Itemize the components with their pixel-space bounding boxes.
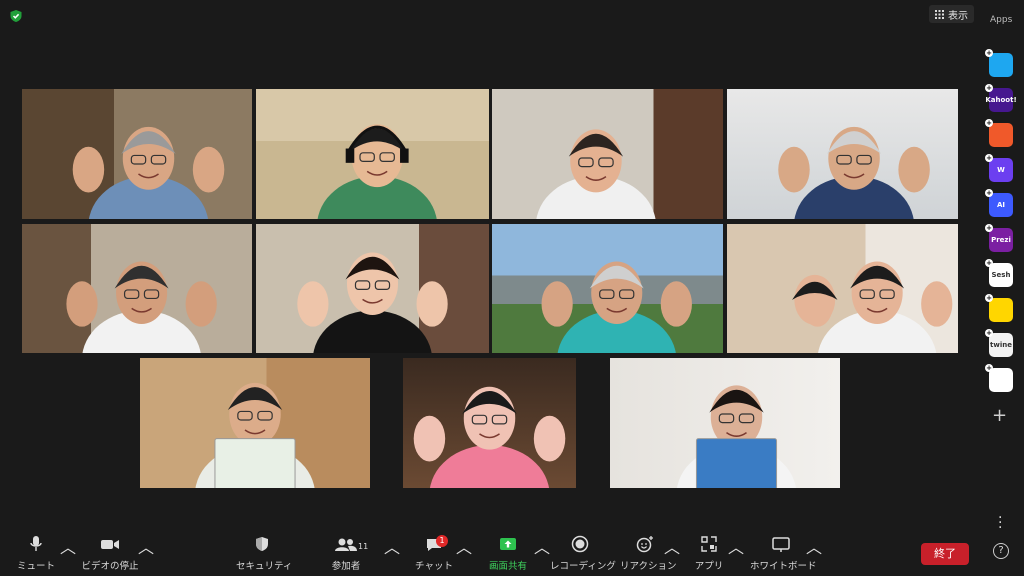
twine-icon[interactable]: + twine — [985, 329, 1013, 357]
participants-chevron-icon[interactable]: ︿ — [384, 534, 400, 558]
sesh-icon[interactable]: + Sesh — [985, 259, 1013, 287]
share-chevron-icon[interactable]: ︿ — [534, 534, 550, 558]
security-shield-icon — [256, 537, 268, 551]
whiteboard-button[interactable]: ホワイトボード — [750, 534, 817, 572]
add-plus-icon: + — [985, 154, 993, 162]
share-screen-label: 画面共有 — [488, 561, 527, 572]
participant-video-frame — [541, 261, 692, 353]
add-plus-icon: + — [985, 49, 993, 57]
reactions-label: リアクション — [620, 561, 677, 572]
whiteboard-icon — [772, 537, 790, 552]
record-label: レコーディング — [550, 561, 616, 572]
grid-icon[interactable]: + — [985, 364, 1013, 392]
add-plus-icon: + — [985, 119, 993, 127]
participant-video-frame — [413, 386, 566, 488]
apps-toolbar-label: アプリ — [694, 561, 724, 572]
security-label: セキュリティ — [236, 561, 293, 572]
participant-video-frame — [72, 126, 225, 219]
participant-video-frame — [676, 385, 797, 488]
apps-chevron-icon[interactable]: ︿ — [728, 534, 744, 558]
app-icon-label: W — [997, 166, 1005, 174]
participant-video-tile[interactable] — [727, 224, 958, 353]
mute-label: ミュート — [16, 561, 55, 572]
share-screen-icon — [500, 538, 516, 550]
smile-icon[interactable]: + — [985, 294, 1013, 322]
add-plus-icon: + — [985, 224, 993, 232]
participant-video-tile[interactable] — [403, 358, 576, 488]
reactions-chevron-icon[interactable]: ︿ — [664, 534, 680, 558]
chat-button[interactable]: チャット — [414, 534, 454, 572]
whiteboard-chevron-icon[interactable]: ︿ — [806, 534, 822, 558]
chat-unread-badge: 1 — [436, 535, 448, 547]
app-icon-label: Prezi — [991, 236, 1011, 244]
app-icon-label: AI — [996, 201, 1006, 209]
apps-panel-title: Apps — [990, 15, 1013, 25]
participant-video-tile[interactable] — [492, 224, 723, 353]
audio-options-chevron-icon[interactable]: ︿ — [60, 534, 76, 558]
app-icon-label: Sesh — [991, 271, 1011, 279]
encryption-shield-icon[interactable] — [9, 9, 23, 23]
video-options-chevron-icon[interactable]: ︿ — [138, 534, 154, 558]
participants-button[interactable]: 参加者 — [326, 534, 366, 572]
view-button[interactable]: 表示 — [929, 5, 974, 23]
participant-video-tile[interactable] — [256, 89, 489, 219]
kahoot-icon[interactable]: + Kahoot! — [985, 84, 1017, 112]
add-plus-icon: + — [985, 189, 993, 197]
participant-video-frame — [195, 382, 315, 488]
participant-video-frame — [297, 252, 448, 353]
more-options-icon[interactable]: · · · — [998, 511, 1004, 535]
stop-video-button[interactable]: ビデオの停止 — [80, 534, 140, 572]
prezi-icon[interactable]: + Prezi — [985, 224, 1013, 252]
meeting-toolbar: ミュート ︿ ビデオの停止 ︿ セキュリティ 参加者 11 ︿ チャット 1 ︿ — [0, 534, 1024, 576]
apps-icon — [701, 536, 717, 552]
security-button[interactable]: セキュリティ — [236, 534, 293, 572]
participant-video-frame — [778, 126, 930, 219]
bracket-icon[interactable]: + — [985, 119, 1013, 147]
chat-label: チャット — [415, 561, 453, 572]
participant-video-tile[interactable] — [22, 89, 252, 219]
participant-video-frame — [792, 261, 953, 353]
whiteboard-label: ホワイトボード — [750, 561, 817, 572]
participants-count: 11 — [358, 542, 369, 551]
video-camera-icon — [101, 540, 119, 549]
participant-video-tile[interactable] — [140, 358, 370, 488]
reactions-button[interactable]: リアクション — [620, 534, 677, 572]
record-icon — [571, 535, 589, 553]
share-screen-button[interactable]: 画面共有 — [486, 534, 530, 572]
add-plus-icon: + — [985, 364, 993, 372]
chat-chevron-icon[interactable]: ︿ — [456, 534, 472, 558]
participant-video-tile[interactable] — [22, 224, 252, 353]
participant-video-frame — [317, 124, 437, 219]
record-button[interactable]: レコーディング — [550, 534, 616, 572]
app-icon-label: Kahoot! — [985, 96, 1017, 104]
reaction-smiley-icon — [636, 536, 653, 553]
participant-video-tile[interactable] — [492, 89, 723, 219]
stop-video-label: ビデオの停止 — [81, 561, 139, 572]
add-plus-icon: + — [985, 84, 993, 92]
participant-video-frame — [66, 261, 217, 353]
arrow-play-icon[interactable]: + — [985, 49, 1013, 77]
participants-label: 参加者 — [331, 561, 361, 572]
app-icon-label: twine — [990, 341, 1012, 349]
apps-button[interactable]: アプリ — [694, 534, 724, 572]
add-plus-icon: + — [985, 329, 993, 337]
participants-icon — [335, 538, 357, 551]
microphone-icon — [30, 536, 42, 551]
grid-view-icon — [935, 9, 944, 19]
add-plus-icon: + — [985, 294, 993, 302]
view-label: 表示 — [948, 10, 968, 22]
participant-video-tile[interactable] — [727, 89, 958, 219]
w-icon[interactable]: + W — [985, 154, 1013, 182]
add-plus-icon: + — [985, 259, 993, 267]
participant-video-frame — [536, 129, 656, 219]
participant-video-tile[interactable] — [610, 358, 840, 488]
add-app-icon[interactable]: + — [992, 405, 1007, 426]
mute-button[interactable]: ミュート — [14, 534, 58, 572]
end-meeting-button[interactable]: 終了 — [921, 543, 969, 565]
ai-face-icon[interactable]: + AI — [985, 189, 1013, 217]
participant-video-tile[interactable] — [256, 224, 489, 353]
